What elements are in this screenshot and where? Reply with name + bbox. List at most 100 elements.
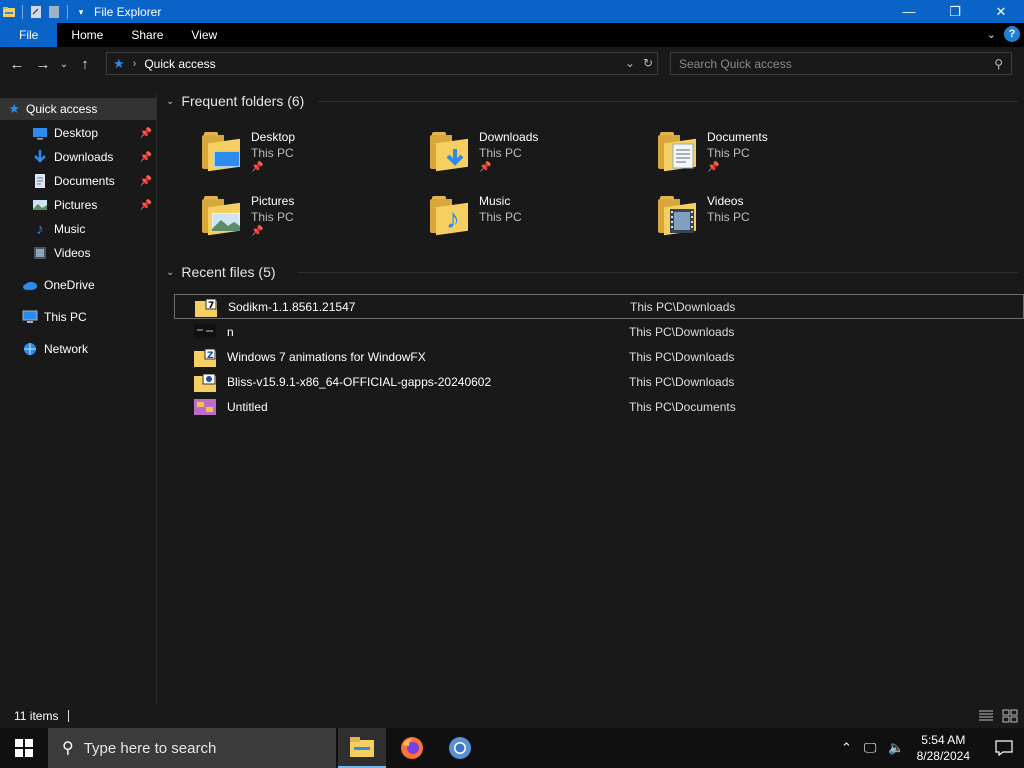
- onedrive-icon: [22, 277, 38, 293]
- collapse-chevron-icon[interactable]: ⌄: [166, 96, 174, 107]
- status-divider: [68, 710, 70, 722]
- 7z-archive-icon: 7: [195, 298, 217, 317]
- refresh-icon[interactable]: ↻: [643, 56, 653, 70]
- nav-item-this-pc[interactable]: This PC: [0, 306, 156, 328]
- minimize-button[interactable]: —: [886, 0, 932, 23]
- music-icon: ♪: [36, 221, 44, 238]
- window-controls: — ❐ ✕: [886, 0, 1024, 23]
- nav-item-label: Music: [54, 222, 86, 236]
- details-view-icon[interactable]: [978, 709, 994, 723]
- tab-home[interactable]: Home: [57, 23, 117, 47]
- nav-item-network[interactable]: Network: [0, 338, 156, 360]
- frequent-folders-header[interactable]: ⌄ Frequent folders (6): [166, 93, 304, 109]
- file-location: This PC\Downloads: [629, 349, 735, 364]
- search-input[interactable]: Search Quick access ⚲: [670, 52, 1012, 75]
- recent-file-row[interactable]: 7 Sodikm-1.1.8561.21547 This PC\Download…: [174, 294, 1024, 319]
- iso-archive-icon: [194, 373, 216, 392]
- nav-item-videos[interactable]: Videos: [0, 242, 156, 264]
- clock-date: 8/28/2024: [916, 749, 970, 763]
- folder-location: This PC: [707, 146, 750, 160]
- toolbar-separator: [22, 4, 23, 19]
- address-dropdown-chevron-icon[interactable]: ⌄: [625, 56, 635, 70]
- forward-arrow-icon[interactable]: →: [30, 56, 56, 73]
- customize-toolbar-chevron-icon[interactable]: ▾: [74, 5, 88, 19]
- folder-name: Videos: [707, 194, 744, 208]
- folder-tile-music[interactable]: ♪ Music This PC: [390, 189, 610, 245]
- quick-access-toolbar: ▾: [0, 4, 88, 19]
- properties-icon[interactable]: [29, 5, 43, 19]
- pin-icon: 📌: [139, 151, 152, 163]
- pin-icon: 📌: [707, 162, 720, 173]
- up-arrow-icon[interactable]: ↑: [72, 56, 98, 73]
- nav-item-documents[interactable]: Documents 📌: [0, 170, 156, 192]
- folder-tile-downloads[interactable]: Downloads This PC 📌: [390, 125, 610, 181]
- search-icon[interactable]: ⚲: [994, 57, 1003, 71]
- nav-item-downloads[interactable]: Downloads 📌: [0, 146, 156, 168]
- recent-file-row[interactable]: Z Windows 7 animations for WindowFX This…: [174, 344, 1024, 369]
- help-icon[interactable]: ?: [1004, 26, 1020, 42]
- file-name: Sodikm-1.1.8561.21547: [228, 299, 356, 314]
- nav-item-label: Documents: [54, 174, 115, 188]
- nav-item-quick-access[interactable]: ★ Quick access: [0, 98, 156, 120]
- breadcrumb-quick-access[interactable]: Quick access: [144, 57, 215, 71]
- folder-tile-desktop[interactable]: Desktop This PC 📌: [162, 125, 382, 181]
- group-title: Frequent folders (6): [181, 93, 305, 109]
- folder-tile-documents[interactable]: Documents This PC 📌: [618, 125, 838, 181]
- pin-icon: 📌: [479, 162, 492, 173]
- folder-tile-videos[interactable]: Videos This PC: [618, 189, 838, 245]
- file-location: This PC\Downloads: [630, 299, 736, 314]
- quick-access-star-icon: ★: [113, 55, 125, 71]
- documents-folder-icon: [658, 129, 702, 173]
- recent-file-row[interactable]: Bliss-v15.9.1-x86_64-OFFICIAL-gapps-2024…: [174, 369, 1024, 394]
- taskbar-file-explorer[interactable]: [338, 728, 386, 768]
- tab-share[interactable]: Share: [117, 23, 177, 47]
- taskbar-firefox[interactable]: [388, 728, 436, 768]
- tab-file[interactable]: File: [0, 23, 58, 47]
- expand-ribbon-chevron-icon[interactable]: ⌄: [987, 28, 996, 41]
- folder-location: This PC: [479, 146, 522, 160]
- folder-tile-pictures[interactable]: Pictures This PC 📌: [162, 189, 382, 245]
- file-explorer-app-icon[interactable]: [2, 5, 16, 19]
- zip-archive-icon: Z: [194, 348, 216, 367]
- nav-item-onedrive[interactable]: OneDrive: [0, 274, 156, 296]
- nav-item-music[interactable]: ♪ Music: [0, 218, 156, 240]
- documents-icon: [32, 173, 48, 189]
- back-arrow-icon[interactable]: ←: [4, 56, 30, 73]
- folder-name: Documents: [707, 130, 768, 144]
- close-button[interactable]: ✕: [978, 0, 1024, 23]
- pin-icon: 📌: [139, 199, 152, 211]
- volume-muted-icon[interactable]: 🔈: [888, 740, 904, 756]
- clock[interactable]: 5:54 AM 8/28/2024: [917, 732, 970, 764]
- large-icons-view-icon[interactable]: [1002, 709, 1018, 723]
- nav-item-label: Videos: [54, 246, 91, 260]
- firefox-icon: [401, 737, 423, 759]
- start-button[interactable]: [0, 728, 48, 768]
- network-status-icon[interactable]: 🖵: [864, 740, 877, 756]
- recent-file-row[interactable]: Untitled This PC\Documents: [174, 394, 1024, 419]
- notification-center-icon[interactable]: [984, 728, 1024, 768]
- ribbon-tabs: File Home Share View ⌄ ?: [0, 23, 1024, 47]
- file-location: This PC\Documents: [629, 399, 736, 414]
- nav-item-desktop[interactable]: Desktop 📌: [0, 122, 156, 144]
- new-folder-icon[interactable]: [47, 5, 61, 19]
- taskbar-chromium[interactable]: [436, 728, 484, 768]
- nav-item-pictures[interactable]: Pictures 📌: [0, 194, 156, 216]
- image-file-icon: [194, 323, 216, 340]
- taskbar-search-placeholder: Type here to search: [83, 739, 217, 757]
- collapse-chevron-icon[interactable]: ⌄: [166, 267, 174, 278]
- pictures-icon: [32, 197, 48, 213]
- star-icon: ★: [8, 101, 20, 116]
- nav-item-label: OneDrive: [44, 278, 95, 292]
- tab-view[interactable]: View: [177, 23, 231, 47]
- recent-locations-chevron-icon[interactable]: ⌄: [56, 59, 72, 70]
- taskbar-search-box[interactable]: ⚲ Type here to search: [48, 728, 336, 768]
- recent-files-header[interactable]: ⌄ Recent files (5): [166, 264, 276, 280]
- search-icon: ⚲: [62, 740, 74, 757]
- file-explorer-icon: [350, 737, 374, 757]
- address-bar[interactable]: ★ › Quick access ⌄ ↻: [106, 52, 658, 75]
- nav-item-label: This PC: [44, 310, 87, 324]
- recent-file-row[interactable]: n This PC\Downloads: [174, 319, 1024, 344]
- show-hidden-icons-chevron-icon[interactable]: ⌃: [841, 740, 852, 756]
- breadcrumb-chevron-icon[interactable]: ›: [133, 58, 137, 70]
- maximize-button[interactable]: ❐: [932, 0, 978, 23]
